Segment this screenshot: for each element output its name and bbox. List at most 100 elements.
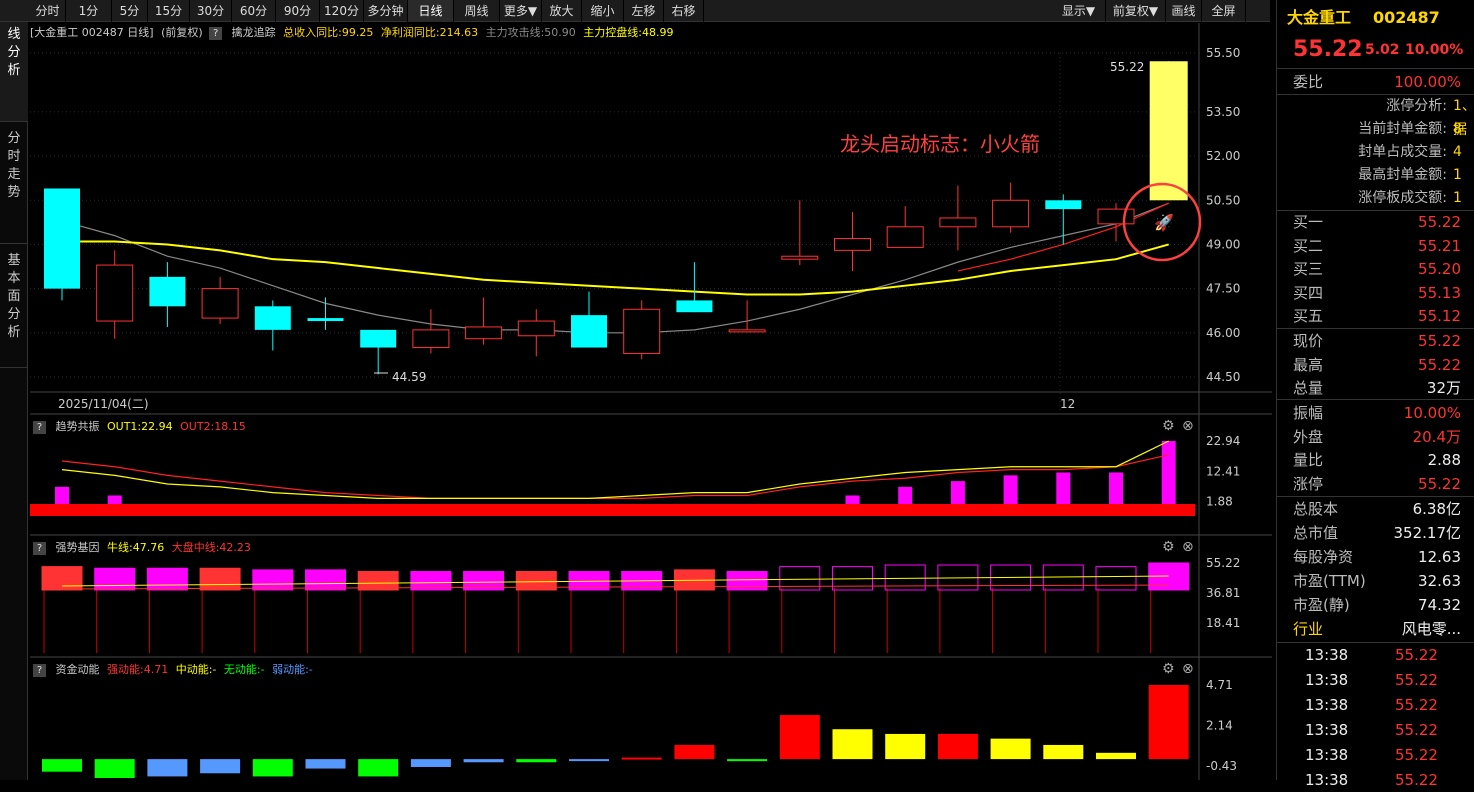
panel2-tick: 18.41	[1206, 616, 1240, 630]
order-value: 55.22	[1418, 213, 1461, 231]
panel1-out2-line	[61, 454, 1169, 499]
candle-body	[44, 188, 80, 289]
panel3-info: ? 资金动能 强动能:4.71 中动能:- 无动能:- 弱动能:-	[30, 660, 313, 680]
candle-body	[201, 288, 239, 319]
panel1-help-icon[interactable]: ?	[33, 420, 46, 434]
candle-body	[728, 329, 766, 333]
period-tab-13[interactable]: 缩小	[582, 0, 624, 22]
left-tab-label: 分时走势	[7, 131, 21, 200]
panel2-market: 大盘中线:42.23	[171, 541, 251, 554]
left-tab-2[interactable]: 基本面分析	[0, 244, 28, 368]
price-tick: 55.50	[1206, 46, 1240, 60]
toolbar-right-button-2[interactable]: 画线	[1166, 0, 1202, 22]
panel1-close-icon[interactable]: ⊗	[1182, 418, 1194, 434]
period-tab-15[interactable]: 右移	[664, 0, 704, 22]
panel3-bar	[358, 759, 399, 777]
panel3-close-icon[interactable]: ⊗	[1182, 661, 1194, 677]
period-tab-3[interactable]: 15分	[148, 0, 190, 22]
tick-price: 55.22	[1395, 721, 1438, 739]
limit-row: 涨停板成交额: 1	[1277, 186, 1474, 210]
panel2-bar	[726, 571, 768, 591]
panel3-bar	[1148, 685, 1189, 760]
limit-label: 涨停板成交额:	[1358, 190, 1447, 206]
panel3-tick: -0.43	[1206, 759, 1237, 773]
limit-row: 最高封单金额: 1	[1277, 163, 1474, 187]
candle-body	[992, 199, 1030, 228]
period-tab-2[interactable]: 5分	[112, 0, 148, 22]
tick-row: 13:38 55.22	[1277, 768, 1474, 792]
period-tab-0[interactable]: 分时	[30, 0, 66, 22]
quote-row: 最高 55.22	[1277, 353, 1474, 377]
candle-body	[781, 255, 819, 260]
fund-row: 市盈(TTM) 32.63	[1277, 569, 1474, 593]
order-row: 买二 55.21	[1277, 234, 1474, 258]
quote-label: 振幅	[1293, 404, 1324, 422]
panel2-close-icon[interactable]: ⊗	[1182, 539, 1194, 555]
toolbar-right-button-3[interactable]: 全屏	[1202, 0, 1246, 22]
candle-body	[834, 238, 871, 251]
limit-label: 当前封单金额:	[1358, 121, 1447, 137]
price-row: 55.22 5.02 10.00%	[1277, 38, 1474, 62]
period-tab-9[interactable]: 日线	[408, 0, 454, 22]
order-label: 买二	[1293, 236, 1324, 255]
panel2-bull: 牛线:47.76	[107, 541, 165, 554]
order-row: 买一 55.22	[1277, 210, 1474, 234]
order-value: 55.12	[1418, 307, 1461, 325]
panel3-bar	[94, 759, 135, 778]
toolbar-right-button-1[interactable]: 前复权▼	[1106, 0, 1166, 22]
panel3-bar	[516, 759, 557, 763]
quote-row: 振幅 10.00%	[1277, 401, 1474, 425]
fund-value: 74.32	[1418, 596, 1461, 614]
limit-value: 1	[1453, 190, 1462, 206]
panel1-baseline-band	[30, 504, 1195, 516]
panel2-bar	[199, 567, 241, 591]
period-tab-1[interactable]: 1分	[66, 0, 112, 22]
candle-body	[1045, 200, 1082, 210]
date-marker: 12	[1060, 397, 1075, 411]
panel2-gear-icon[interactable]: ⚙	[1162, 539, 1175, 555]
annotation-text: 龙头启动标志：小火箭	[840, 132, 1040, 156]
panel1-tick: 12.41	[1206, 464, 1240, 478]
limit-value: 4	[1453, 144, 1462, 160]
period-tab-10[interactable]: 周线	[454, 0, 500, 22]
stock-code: 002487	[1373, 8, 1440, 27]
quote-value: 2.88	[1427, 451, 1461, 469]
rocket-icon: 🚀	[1154, 213, 1174, 232]
period-tab-7[interactable]: 120分	[320, 0, 364, 22]
limit-value: 8	[1453, 121, 1462, 137]
quote-label: 总量	[1293, 379, 1324, 397]
period-tab-8[interactable]: 多分钟	[364, 0, 408, 22]
panel1-title: 趋势共振	[55, 420, 100, 433]
period-tab-5[interactable]: 60分	[232, 0, 276, 22]
price-change: 5.02	[1365, 42, 1400, 58]
high-label: 55.22	[1110, 60, 1144, 74]
tick-row: 13:38 55.22	[1277, 668, 1474, 692]
panel2-info: ? 强势基因 牛线:47.76 大盘中线:42.23	[30, 538, 251, 558]
limit-label: 涨停分析:	[1386, 98, 1447, 114]
panel3-help-icon[interactable]: ?	[33, 663, 46, 677]
quote-row: 总量 32万	[1277, 376, 1474, 400]
industry-value[interactable]: 风电零...	[1402, 617, 1461, 641]
quote-label: 现价	[1293, 332, 1324, 350]
toolbar: 分时 1分 5分 15分 30分 60分 90分 120分 多分钟 日线 周线 更多▼ 放大 缩小 左移 右移…	[0, 0, 1270, 22]
candle-body	[676, 300, 713, 313]
fund-label: 总股本	[1293, 500, 1339, 518]
left-tab-1[interactable]: 分时走势	[0, 122, 28, 244]
period-tab-12[interactable]: 放大	[542, 0, 582, 22]
period-tab-14[interactable]: 左移	[624, 0, 664, 22]
period-tab-6[interactable]: 90分	[276, 0, 320, 22]
panel2-help-icon[interactable]: ?	[33, 541, 46, 555]
panel3-bar	[937, 733, 978, 760]
tick-time: 13:38	[1305, 771, 1349, 789]
stock-name: 大金重工	[1287, 8, 1352, 27]
toolbar-right-button-0[interactable]: 显示▼	[1052, 0, 1106, 22]
quote-row: 外盘 20.4万	[1277, 425, 1474, 449]
panel3-gear-icon[interactable]: ⚙	[1162, 661, 1175, 677]
panel1-gear-icon[interactable]: ⚙	[1162, 418, 1175, 434]
limit-row: 涨停分析: 1、据	[1277, 94, 1474, 138]
period-tab-4[interactable]: 30分	[190, 0, 232, 22]
price-tick: 53.50	[1206, 105, 1240, 119]
period-tab-11[interactable]: 更多▼	[500, 0, 542, 22]
panel3-bar	[674, 744, 715, 760]
quote-row: 量比 2.88	[1277, 448, 1474, 472]
